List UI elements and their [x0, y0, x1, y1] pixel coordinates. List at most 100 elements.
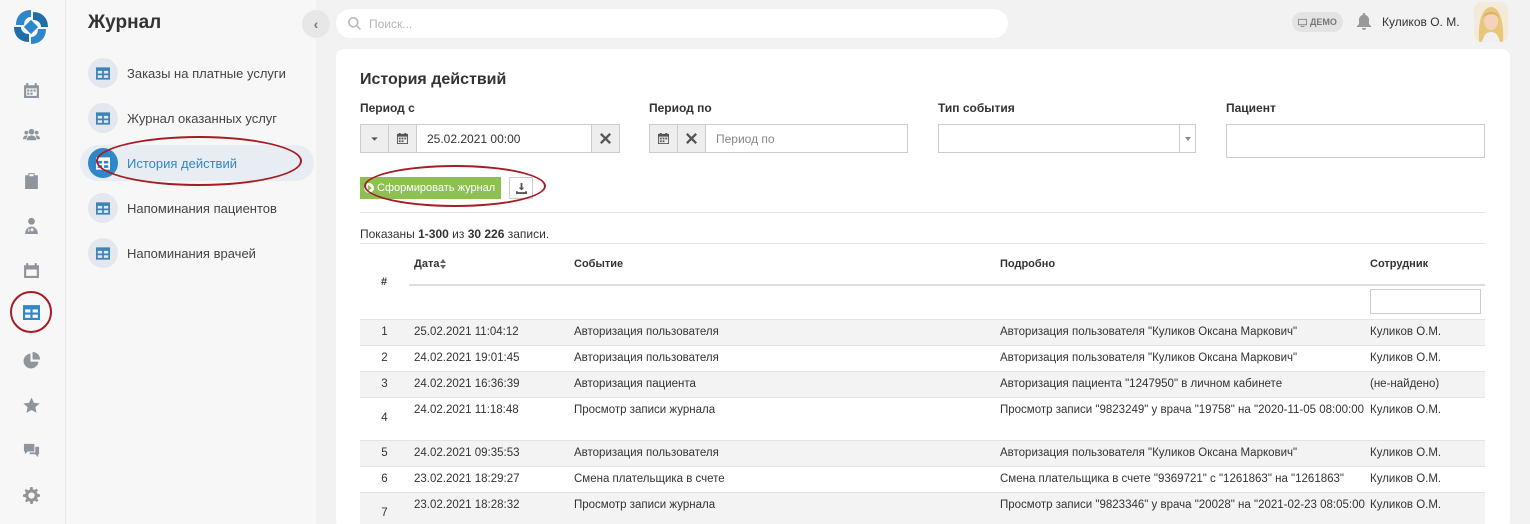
patient-input[interactable] — [1227, 125, 1484, 157]
records-count: Показаны 1-300 из 30 226 записи. — [360, 227, 549, 241]
cell-employee: Куликов О.М. — [1370, 447, 1442, 459]
table-row[interactable]: 2 24.02.2021 19:01:45 Авторизация пользо… — [360, 345, 1485, 371]
records-count-suffix: записи. — [504, 227, 550, 241]
section-sidebar: Журнал Заказы на платные услуги Журнал о… — [66, 0, 316, 524]
logo-icon[interactable] — [12, 8, 50, 46]
icon-rail — [0, 0, 66, 524]
demo-icon — [1298, 18, 1307, 27]
schedule-icon[interactable] — [21, 260, 41, 280]
page-title: История действий — [360, 71, 507, 88]
caret-down-icon — [371, 137, 378, 141]
close-icon — [686, 133, 697, 144]
demo-badge: ДЕМО — [1292, 12, 1343, 32]
col-header-details: Подробно — [1000, 258, 1056, 270]
period-from-field — [360, 124, 620, 153]
bell-icon[interactable] — [1356, 13, 1372, 31]
table-row[interactable]: 7 23.02.2021 18:28:32 Просмотр записи жу… — [360, 492, 1485, 524]
cell-employee: Куликов О.М. — [1370, 352, 1442, 364]
cell-details: Смена плательщика в счете "9369721" с "1… — [1000, 473, 1344, 485]
records-count-prefix: Показаны — [360, 227, 419, 241]
table-icon — [88, 58, 118, 88]
star-icon[interactable] — [21, 395, 41, 415]
collapse-sidebar-button[interactable]: ‹ — [302, 10, 330, 38]
active-item-highlight-ring — [96, 136, 302, 186]
patient-field[interactable] — [1226, 124, 1485, 158]
patient-label: Пациент — [1226, 101, 1276, 115]
search-bar[interactable] — [336, 9, 1008, 38]
col-header-date[interactable]: Дата — [414, 258, 447, 270]
sidebar-item-patient-reminders[interactable]: Напоминания пациентов — [88, 190, 308, 226]
calendar-icon[interactable] — [21, 80, 41, 100]
cell-details: Просмотр записи "9823249" у врача "19758… — [1000, 404, 1365, 416]
pie-chart-icon[interactable] — [21, 350, 41, 370]
clear-period-to-button[interactable] — [678, 125, 706, 152]
divider — [360, 212, 1485, 213]
table-icon — [88, 238, 118, 268]
sidebar-item-label: Напоминания пациентов — [127, 200, 277, 216]
period-from-label: Период с — [360, 101, 415, 115]
cell-details: Просмотр записи "9823346" у врача "20028… — [1000, 499, 1365, 511]
sidebar-item-label: Заказы на платные услуги — [127, 65, 286, 81]
history-table: # Дата Событие Подробно Сотрудник 1 25.0… — [360, 243, 1485, 524]
period-to-input[interactable] — [706, 125, 907, 152]
calendar-icon — [658, 133, 669, 144]
cell-event: Авторизация пациента — [574, 378, 696, 390]
avatar[interactable] — [1474, 2, 1508, 42]
cell-num: 4 — [381, 412, 388, 424]
table-row[interactable]: 1 25.02.2021 11:04:12 Авторизация пользо… — [360, 319, 1485, 345]
chat-icon[interactable] — [21, 440, 41, 460]
table-icon — [88, 103, 118, 133]
cell-employee: Куликов О.М. — [1370, 326, 1442, 338]
event-type-input[interactable] — [939, 125, 1179, 152]
calendar-button[interactable] — [389, 125, 417, 152]
generate-button-highlight-ring — [364, 165, 546, 207]
employee-filter-input[interactable] — [1370, 289, 1481, 314]
period-from-input[interactable] — [417, 125, 591, 152]
cell-details: Авторизация пользователя "Куликов Оксана… — [1000, 352, 1298, 364]
cell-details: Авторизация пользователя "Куликов Оксана… — [1000, 447, 1298, 459]
cell-details: Авторизация пациента "1247950" в личном … — [1000, 378, 1283, 390]
journal-table-icon[interactable] — [21, 302, 41, 322]
users-icon[interactable] — [21, 125, 41, 145]
cell-event: Авторизация пользователя — [574, 447, 719, 459]
clear-period-from-button[interactable] — [591, 125, 619, 152]
user-name[interactable]: Куликов О. М. — [1382, 15, 1460, 29]
cell-employee: (не-найдено) — [1370, 378, 1440, 390]
sort-icon[interactable] — [440, 259, 447, 270]
table-row[interactable]: 3 24.02.2021 16:36:39 Авторизация пациен… — [360, 371, 1485, 397]
header-separator — [409, 284, 1485, 286]
table-row[interactable]: 5 24.02.2021 09:35:53 Авторизация пользо… — [360, 440, 1485, 466]
cell-date: 24.02.2021 16:36:39 — [414, 378, 520, 390]
clipboard-icon[interactable] — [21, 170, 41, 190]
table-row[interactable]: 6 23.02.2021 18:29:27 Смена плательщика … — [360, 466, 1485, 492]
chevron-left-icon: ‹ — [313, 16, 319, 32]
sidebar-item-services-journal[interactable]: Журнал оказанных услуг — [88, 100, 308, 136]
cell-event: Смена плательщика в счете — [574, 473, 725, 485]
table-row[interactable]: 4 24.02.2021 11:18:48 Просмотр записи жу… — [360, 397, 1485, 440]
sidebar-item-paid-orders[interactable]: Заказы на платные услуги — [88, 55, 308, 91]
table-header: # Дата Событие Подробно Сотрудник — [360, 243, 1485, 319]
preset-dropdown-button[interactable] — [361, 125, 389, 152]
table-icon — [88, 193, 118, 223]
main-card: История действий Период с Период по Тип … — [336, 49, 1510, 524]
records-count-total: 30 226 — [467, 227, 505, 241]
cell-num: 3 — [381, 378, 388, 390]
calendar-icon — [397, 133, 408, 144]
col-header-date-label: Дата — [414, 258, 440, 270]
gear-icon[interactable] — [21, 485, 41, 505]
cell-date: 25.02.2021 11:04:12 — [414, 326, 519, 338]
calendar-button[interactable] — [650, 125, 678, 152]
chevron-down-icon[interactable] — [1179, 125, 1195, 152]
cell-num: 2 — [381, 352, 388, 364]
event-type-select[interactable] — [938, 124, 1196, 153]
records-count-mid: из — [448, 227, 468, 241]
cell-event: Авторизация пользователя — [574, 326, 719, 338]
period-to-field — [649, 124, 908, 153]
search-input[interactable] — [369, 16, 969, 31]
period-to-label: Период по — [649, 101, 712, 115]
section-title: Журнал — [88, 12, 162, 33]
cell-event: Авторизация пользователя — [574, 352, 719, 364]
doctor-icon[interactable] — [21, 215, 41, 235]
cell-num: 6 — [381, 473, 388, 485]
sidebar-item-doctor-reminders[interactable]: Напоминания врачей — [88, 235, 308, 271]
